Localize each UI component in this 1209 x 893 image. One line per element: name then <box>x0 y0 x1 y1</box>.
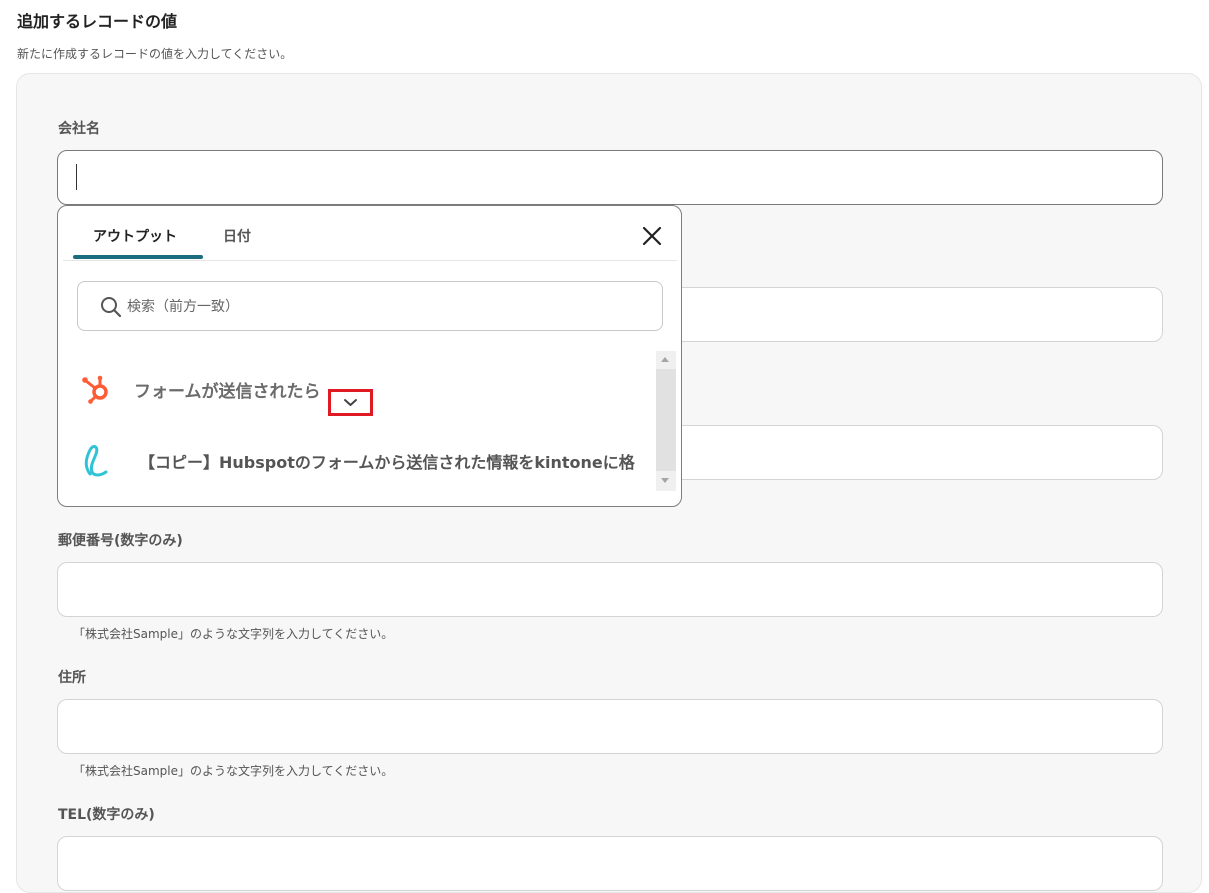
tel-input[interactable] <box>57 836 1163 891</box>
postal-code-label: 郵便番号(数字のみ) <box>58 533 183 549</box>
scrollbar[interactable] <box>656 351 676 491</box>
scrollbar-thumb[interactable] <box>656 369 676 471</box>
search-icon <box>101 297 122 318</box>
expand-button[interactable] <box>328 389 373 416</box>
list-item-copied-flow[interactable]: 【コピー】Hubspotのフォームから送信された情報をkintoneに格 <box>58 435 656 485</box>
list-item-label: 【コピー】Hubspotのフォームから送信された情報をkintoneに格 <box>139 453 635 472</box>
tel-label: TEL(数字のみ) <box>58 807 155 823</box>
section-description: 新たに作成するレコードの値を入力してください。 <box>17 47 293 61</box>
scroll-down-arrow-icon[interactable] <box>661 478 669 483</box>
text-caret <box>76 164 77 190</box>
company-name-label: 会社名 <box>58 121 100 137</box>
address-input[interactable] <box>57 699 1163 754</box>
close-icon <box>642 226 662 246</box>
postal-code-input[interactable] <box>57 562 1163 617</box>
address-hint: 「株式会社Sample」のような文字列を入力してください。 <box>73 764 394 778</box>
tab-date[interactable]: 日付 <box>223 226 251 246</box>
search-input[interactable] <box>125 294 629 320</box>
address-label: 住所 <box>58 670 86 686</box>
close-button[interactable] <box>640 224 664 248</box>
search-box[interactable] <box>77 281 663 331</box>
output-list: フォームが送信されたら 【コピー】Hubspotのフォームから送信された情報をk… <box>58 351 680 491</box>
tab-divider <box>63 260 677 261</box>
hubspot-icon <box>82 375 108 404</box>
list-item-label: フォームが送信されたら <box>134 382 321 402</box>
yoom-icon <box>84 445 108 477</box>
active-tab-indicator <box>73 255 203 259</box>
list-item-hubspot-form[interactable]: フォームが送信されたら <box>58 363 656 416</box>
postal-code-hint: 「株式会社Sample」のような文字列を入力してください。 <box>73 627 394 641</box>
output-picker-popup: アウトプット 日付 フォームが送信されたら <box>57 205 682 507</box>
company-name-input[interactable] <box>57 150 1163 205</box>
tab-output[interactable]: アウトプット <box>93 226 177 246</box>
scroll-up-arrow-icon[interactable] <box>661 357 669 362</box>
chevron-down-icon <box>344 399 357 406</box>
section-title: 追加するレコードの値 <box>17 12 178 31</box>
